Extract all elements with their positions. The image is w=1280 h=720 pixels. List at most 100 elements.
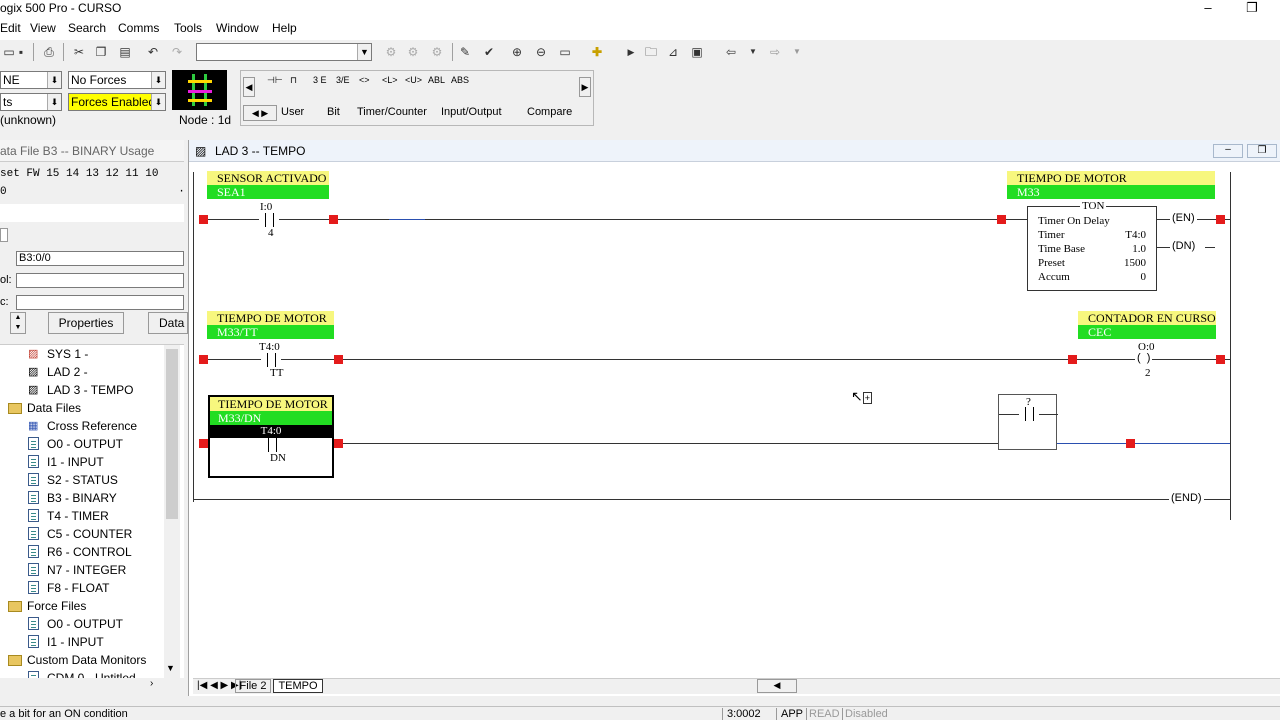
- tree-item[interactable]: ▨ SYS 1 -: [0, 345, 170, 363]
- menu-comms[interactable]: Comms: [118, 21, 159, 35]
- tree-item[interactable]: F8 - FLOAT: [0, 579, 170, 597]
- mode-combo[interactable]: NE ⬇: [0, 71, 62, 89]
- tree-item[interactable]: Force Files: [0, 597, 170, 615]
- tab-tempo[interactable]: TEMPO: [273, 679, 323, 693]
- add-icon[interactable]: ✚: [588, 43, 606, 61]
- tree-item[interactable]: I1 - INPUT: [0, 453, 170, 471]
- verify-project-icon[interactable]: ⚙: [428, 43, 446, 61]
- rung2-selected-instruction[interactable]: TIEMPO DE MOTOR M33/DN T4:0 DN: [208, 395, 334, 478]
- abl-icon[interactable]: ABL: [428, 75, 445, 85]
- run-icon[interactable]: ▶: [622, 43, 640, 61]
- tree-item[interactable]: R6 - CONTROL: [0, 543, 170, 561]
- toolbar-combo[interactable]: ▼: [196, 43, 372, 61]
- edits-combo[interactable]: ts ⬇: [0, 93, 62, 111]
- minimize-button[interactable]: –: [1188, 0, 1228, 18]
- tab-compare[interactable]: Compare: [527, 106, 572, 118]
- chevron-down-icon[interactable]: ▼: [357, 44, 371, 60]
- tab-input-output[interactable]: Input/Output: [441, 106, 502, 118]
- forces-enabled-combo[interactable]: Forces Enabled ⬇: [68, 93, 166, 111]
- scroll-left-icon[interactable]: ◀: [243, 77, 255, 97]
- ton-dn-coil[interactable]: (DN): [1170, 240, 1198, 252]
- chevron-down-icon[interactable]: ⬇: [151, 94, 165, 110]
- desc-field[interactable]: [16, 295, 184, 310]
- rung1-ote-coil[interactable]: ( ): [1135, 352, 1153, 364]
- tree-item[interactable]: S2 - STATUS: [0, 471, 170, 489]
- chevron-down-icon[interactable]: ⬇: [151, 72, 165, 88]
- data-button[interactable]: Data: [148, 312, 188, 334]
- window-icon[interactable]: ▭: [556, 43, 574, 61]
- accept-edits-icon[interactable]: ✔: [480, 43, 498, 61]
- verify-file-icon[interactable]: ⚙: [404, 43, 422, 61]
- restore-button[interactable]: ❐: [1232, 0, 1272, 18]
- menu-edit[interactable]: Edit: [0, 21, 21, 35]
- otu-icon[interactable]: <U>: [405, 75, 422, 85]
- lad-restore-button[interactable]: ❐: [1247, 144, 1277, 158]
- xic-icon[interactable]: 3 E: [313, 75, 327, 85]
- tab-user[interactable]: User: [281, 106, 304, 118]
- ote-icon[interactable]: <>: [359, 75, 370, 85]
- tree-item[interactable]: B3 - BINARY: [0, 489, 170, 507]
- tree-item[interactable]: ▨ LAD 3 - TEMPO: [0, 381, 170, 399]
- properties-icon[interactable]: ▣: [688, 43, 706, 61]
- tree-item[interactable]: N7 - INTEGER: [0, 561, 170, 579]
- address-spin[interactable]: [0, 228, 8, 242]
- tree-item[interactable]: Data Files: [0, 399, 170, 417]
- save-icon[interactable]: ▪: [12, 43, 30, 61]
- tree-scrollbar[interactable]: ▼: [164, 345, 180, 680]
- spinner-control[interactable]: ▲ ▼: [10, 312, 26, 334]
- chevron-down-icon[interactable]: ⬇: [47, 94, 61, 110]
- rung2-xic-contact[interactable]: [262, 438, 282, 452]
- tree-item[interactable]: T4 - TIMER: [0, 507, 170, 525]
- back-icon[interactable]: ⇦: [722, 43, 740, 61]
- tree-hscrollbar[interactable]: ›: [0, 678, 184, 694]
- tree-item[interactable]: O0 - OUTPUT: [0, 615, 170, 633]
- rung0-xic-contact[interactable]: [259, 213, 279, 227]
- cut-icon[interactable]: ✂: [70, 43, 88, 61]
- tab-timer-counter[interactable]: Timer/Counter: [357, 106, 427, 118]
- symbol-field[interactable]: [16, 273, 184, 288]
- tree-item[interactable]: ▦ Cross Reference: [0, 417, 170, 435]
- otl-icon[interactable]: <L>: [382, 75, 398, 85]
- menu-tools[interactable]: Tools: [174, 21, 202, 35]
- forward-dropdown-icon[interactable]: ▼: [788, 43, 806, 61]
- paste-icon[interactable]: ▤: [116, 43, 134, 61]
- folder-open-icon[interactable]: 🗀: [642, 43, 660, 61]
- tree-item[interactable]: I1 - INPUT: [0, 633, 170, 651]
- scroll-right-icon[interactable]: ▶: [579, 77, 591, 97]
- ton-en-coil[interactable]: (EN): [1170, 212, 1197, 224]
- chart-icon[interactable]: ⊿: [664, 43, 682, 61]
- undo-icon[interactable]: ↶: [144, 43, 162, 61]
- tree-item[interactable]: ▨ LAD 2 -: [0, 363, 170, 381]
- menu-help[interactable]: Help: [272, 21, 297, 35]
- tree-item[interactable]: Custom Data Monitors: [0, 651, 170, 669]
- address-field[interactable]: B3:0/0: [16, 251, 184, 266]
- properties-button[interactable]: Properties: [48, 312, 124, 334]
- tab-nav-arrows[interactable]: ◀ ▶: [243, 105, 277, 121]
- chevron-down-icon[interactable]: ⬇: [47, 72, 61, 88]
- copy-icon[interactable]: ❐: [92, 43, 110, 61]
- edit-rung-icon[interactable]: ✎: [456, 43, 474, 61]
- branch-icon[interactable]: ⊓: [290, 75, 297, 86]
- xio-icon[interactable]: 3/E: [336, 75, 350, 85]
- tree-item[interactable]: O0 - OUTPUT: [0, 435, 170, 453]
- menu-search[interactable]: Search: [68, 21, 106, 35]
- verify-icon[interactable]: ⚙: [382, 43, 400, 61]
- rung1-xic-contact[interactable]: [261, 353, 281, 367]
- ton-block[interactable]: TON Timer On Delay Timer T4:0 Time Base 1.0…: [1027, 200, 1157, 291]
- abs-icon[interactable]: ABS: [451, 75, 469, 85]
- scroll-right-icon[interactable]: ›: [150, 678, 153, 689]
- back-dropdown-icon[interactable]: ▼: [744, 43, 762, 61]
- tab-bit[interactable]: Bit: [327, 106, 340, 118]
- zoom-out-icon[interactable]: ⊖: [532, 43, 550, 61]
- forces-combo[interactable]: No Forces ⬇: [68, 71, 166, 89]
- forward-icon[interactable]: ⇨: [766, 43, 784, 61]
- hscroll-left-icon[interactable]: ◀: [757, 679, 797, 693]
- lad-minimize-button[interactable]: –: [1213, 144, 1243, 158]
- tab-file-2[interactable]: File 2: [235, 679, 271, 693]
- rung-icon[interactable]: ⊣⊢: [267, 75, 283, 86]
- rung2-drop-placeholder[interactable]: ?: [998, 394, 1058, 450]
- redo-icon[interactable]: ↷: [168, 43, 186, 61]
- scroll-down-icon[interactable]: ▼: [166, 663, 175, 673]
- tree-item[interactable]: C5 - COUNTER: [0, 525, 170, 543]
- menu-view[interactable]: View: [30, 21, 56, 35]
